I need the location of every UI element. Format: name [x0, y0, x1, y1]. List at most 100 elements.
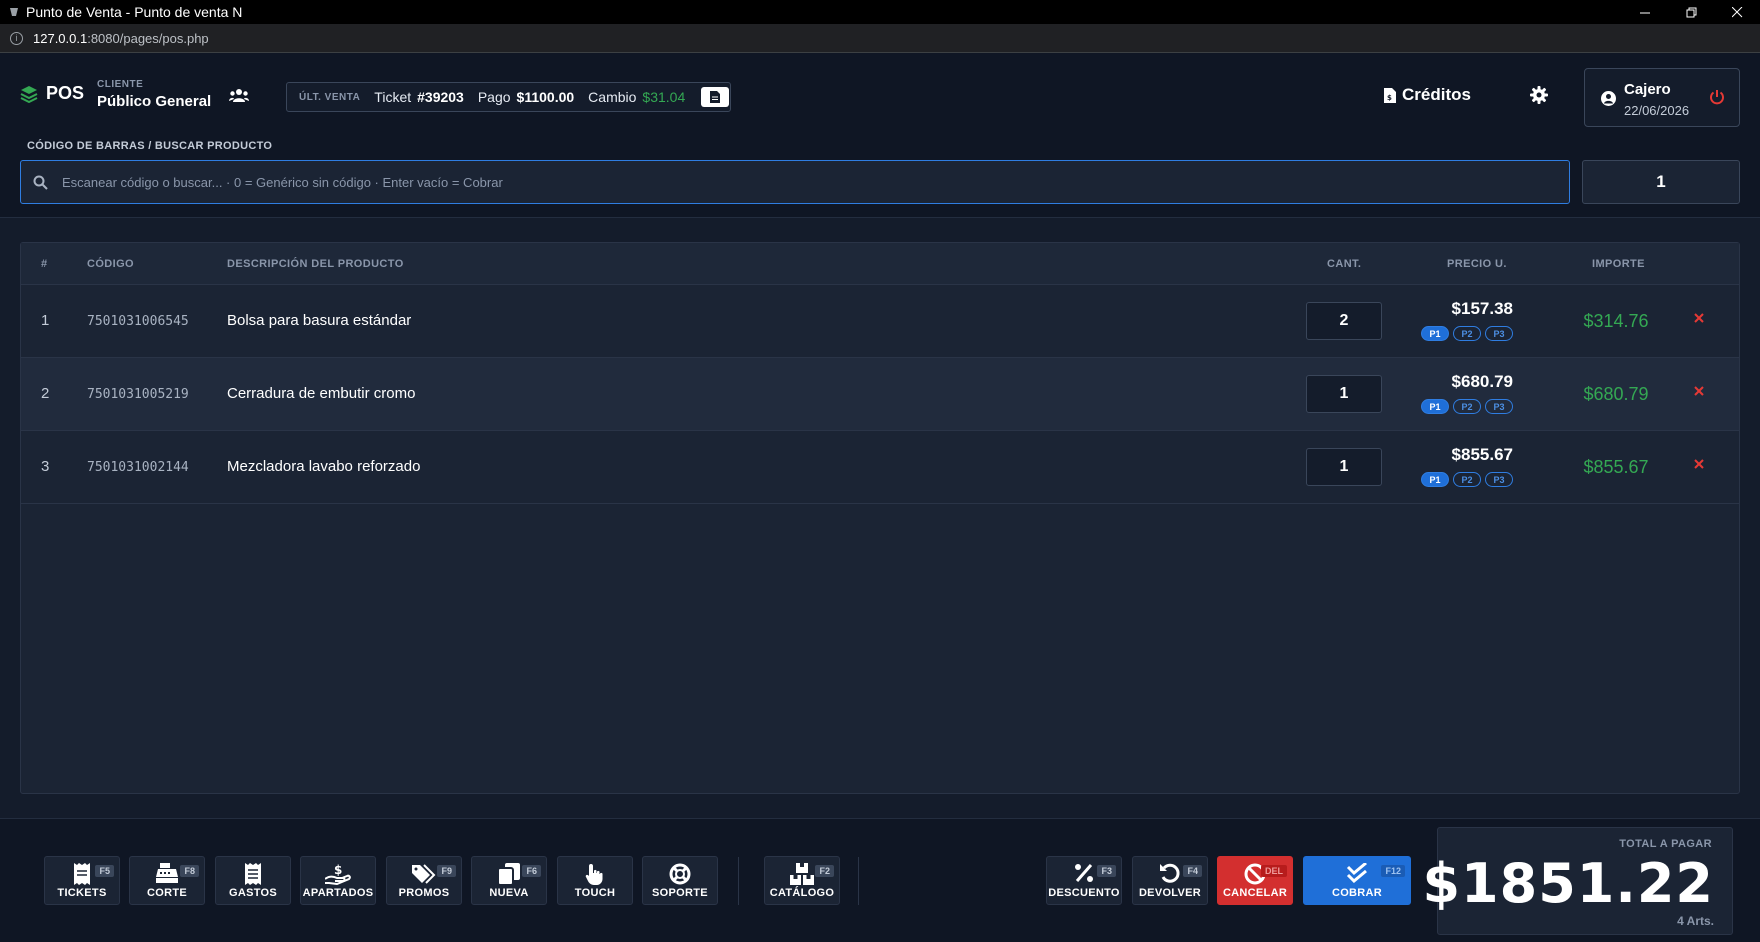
payment-amount: $1100.00: [516, 89, 575, 105]
soporte-button[interactable]: SOPORTE: [642, 856, 718, 905]
price-tier-p3[interactable]: P3: [1485, 472, 1513, 487]
price-tier-p3[interactable]: P3: [1485, 399, 1513, 414]
address-bar[interactable]: i 127.0.0.1:8080/pages/pos.php: [0, 24, 1760, 53]
cancelar-button[interactable]: DEL CANCELAR: [1217, 856, 1293, 905]
cobrar-button[interactable]: F12 COBRAR: [1303, 856, 1411, 905]
price-tier-p1[interactable]: P1: [1421, 472, 1449, 487]
button-label: TICKETS: [57, 887, 107, 899]
apartados-button[interactable]: $ APARTADOS: [300, 856, 376, 905]
logo: POS: [20, 83, 84, 104]
price-tier-p1[interactable]: P1: [1421, 399, 1449, 414]
credits-button[interactable]: $ Créditos: [1384, 85, 1471, 105]
shortcut-key: F12: [1381, 865, 1405, 877]
row-amount: $855.67: [1583, 457, 1649, 477]
svg-text:$: $: [1387, 94, 1392, 102]
change-prefix: Cambio: [588, 89, 637, 105]
shortcut-key: F5: [95, 865, 114, 877]
table-row[interactable]: 3 7501031002144 Mezcladora lavabo reforz…: [21, 431, 1739, 504]
window-title: Punto de Venta - Punto de venta N: [26, 4, 243, 20]
reprint-ticket-button[interactable]: [701, 87, 730, 107]
header-index: #: [41, 258, 48, 270]
row-amount: $314.76: [1583, 311, 1649, 331]
devolver-button[interactable]: F4 DEVOLVER: [1132, 856, 1208, 905]
total-label: TOTAL A PAGAR: [1619, 838, 1712, 850]
power-icon[interactable]: [1709, 89, 1725, 105]
percent-icon: [1075, 864, 1093, 882]
button-label: CATÁLOGO: [769, 887, 835, 899]
nueva-button[interactable]: F6 NUEVA: [471, 856, 547, 905]
shortcut-key: F3: [1097, 865, 1116, 877]
search-field: [20, 160, 1570, 204]
price-tier-p2[interactable]: P2: [1453, 326, 1481, 341]
info-icon[interactable]: i: [10, 31, 23, 45]
pos-header: POS CLIENTE Público General ÚLT. VENTA T…: [0, 53, 1760, 218]
header-description: DESCRIPCIÓN DEL PRODUCTO: [227, 258, 404, 270]
life-ring-icon: [669, 863, 691, 885]
hand-pointer-icon: [585, 864, 603, 885]
cashier-date: 22/06/2026: [1624, 103, 1690, 118]
last-sale-summary: ÚLT. VENTA Ticket #39203 Pago $1100.00 Cam…: [286, 82, 731, 112]
search-input[interactable]: [62, 162, 1569, 202]
row-unit-price: $157.38: [1451, 299, 1513, 318]
ticket-prefix: Ticket: [374, 89, 412, 105]
boxes-icon: [790, 863, 814, 885]
row-qty-input[interactable]: 1: [1306, 448, 1382, 486]
minimize-icon[interactable]: [1622, 0, 1668, 24]
svg-text:$: $: [334, 863, 342, 877]
button-label: APARTADOS: [302, 887, 374, 899]
promos-button[interactable]: F9 PROMOS: [386, 856, 462, 905]
copy-icon: [498, 863, 520, 885]
cash-register-icon: [156, 863, 178, 883]
shortcut-key: F2: [815, 865, 834, 877]
row-qty-input[interactable]: 1: [1306, 375, 1382, 413]
table-row[interactable]: 1 7501031006545 Bolsa para basura estánd…: [21, 285, 1739, 358]
gear-icon[interactable]: [1530, 86, 1548, 104]
button-label: CORTE: [147, 887, 187, 899]
credits-label: Créditos: [1402, 85, 1471, 104]
corte-button[interactable]: F8 CORTE: [129, 856, 205, 905]
shortcut-key: F8: [180, 865, 199, 877]
remove-item-icon[interactable]: [1693, 385, 1705, 397]
app-icon: [10, 8, 18, 16]
remove-item-icon[interactable]: [1693, 312, 1705, 324]
restore-icon[interactable]: [1668, 0, 1714, 24]
quantity-input[interactable]: 1: [1582, 160, 1740, 204]
price-tier-p2[interactable]: P2: [1453, 399, 1481, 414]
row-description: Mezcladora lavabo reforzado: [227, 458, 421, 475]
receipt-list-icon: [245, 863, 261, 885]
row-code: 7501031005219: [87, 387, 189, 402]
price-tier-p2[interactable]: P2: [1453, 472, 1481, 487]
user-circle-icon: [1601, 91, 1616, 106]
last-sale-label: ÚLT. VENTA: [299, 91, 361, 103]
search-icon: [33, 175, 48, 190]
tickets-button[interactable]: F5 TICKETS: [44, 856, 120, 905]
search-label: CÓDIGO DE BARRAS / BUSCAR PRODUCTO: [27, 140, 273, 152]
shortcut-key: F4: [1183, 865, 1202, 877]
button-label: COBRAR: [1331, 887, 1383, 899]
price-tiers: P1 P2 P3: [1421, 399, 1513, 414]
close-window-icon[interactable]: [1714, 0, 1760, 24]
header-amount: IMPORTE: [1592, 258, 1645, 270]
table-row[interactable]: 2 7501031005219 Cerradura de embutir cro…: [21, 358, 1739, 431]
button-label: GASTOS: [228, 887, 278, 899]
row-index: 2: [41, 385, 50, 402]
remove-item-icon[interactable]: [1693, 458, 1705, 470]
action-bar: F5 TICKETS F8 CORTE GASTOS $ APARTADOS F…: [0, 818, 1760, 942]
users-icon[interactable]: [229, 88, 249, 104]
button-label: CANCELAR: [1222, 887, 1288, 899]
button-label: TOUCH: [574, 887, 616, 899]
price-tier-p1[interactable]: P1: [1421, 326, 1449, 341]
gastos-button[interactable]: GASTOS: [215, 856, 291, 905]
client-name: Público General: [97, 93, 212, 110]
layers-icon: [20, 85, 38, 103]
divider: [738, 857, 739, 905]
url-path: :8080/pages/pos.php: [87, 30, 209, 46]
touch-button[interactable]: TOUCH: [557, 856, 633, 905]
price-tier-p3[interactable]: P3: [1485, 326, 1513, 341]
catalogo-button[interactable]: F2 CATÁLOGO: [764, 856, 840, 905]
client-label: CLIENTE: [97, 79, 144, 90]
row-qty-input[interactable]: 2: [1306, 302, 1382, 340]
descuento-button[interactable]: F3 DESCUENTO: [1046, 856, 1122, 905]
button-label: PROMOS: [398, 887, 450, 899]
url-host: 127.0.0.1: [33, 30, 88, 46]
